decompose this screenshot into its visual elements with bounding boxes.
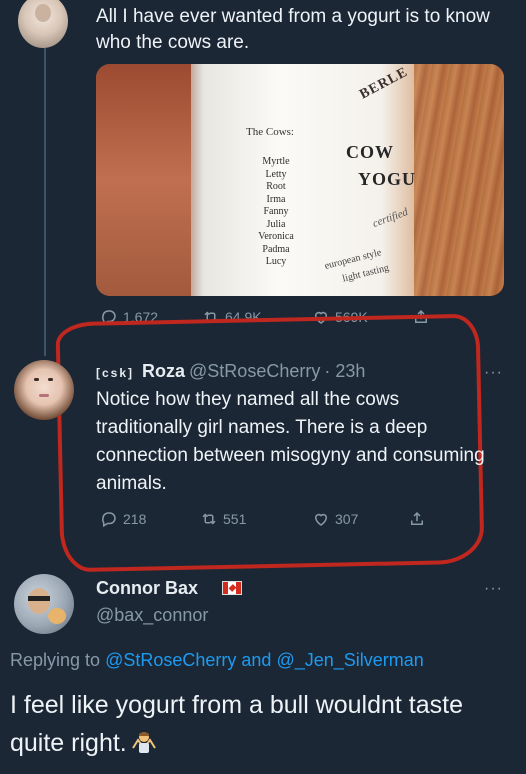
cow-name: Lucy [265, 256, 287, 267]
replying-prefix: Replying to [10, 650, 101, 670]
tweet-text: I feel like yogurt from a bull wouldnt t… [10, 686, 510, 762]
avatar[interactable] [14, 574, 74, 634]
share-button[interactable] [408, 510, 426, 528]
mention-and: and [241, 650, 272, 670]
retweet-count: 551 [223, 511, 247, 527]
cow-name: Letty [265, 168, 287, 180]
avatar[interactable] [14, 360, 74, 420]
cow-name: Irma [266, 193, 286, 205]
cow-name: Julia [266, 218, 286, 230]
product-name-line2: YOGU [358, 169, 416, 189]
brand-name: BERLE [357, 64, 411, 103]
display-name[interactable]: Connor Bax [96, 578, 198, 599]
clan-badge: [csk] [96, 366, 135, 380]
tweet-text: Notice how they named all the cows tradi… [96, 389, 485, 494]
cow-name: Veronica [258, 231, 294, 242]
label-title: The Cows: [246, 126, 294, 138]
wood-background [414, 64, 504, 296]
reply-count: 218 [123, 511, 147, 527]
heart-icon [314, 513, 328, 526]
tweet-actions: 218 551 307 [100, 510, 440, 528]
tweet-text: All I have ever wanted from a yogurt is … [96, 6, 490, 53]
user-handle[interactable]: @StRoseCherry [189, 361, 320, 381]
thread-line [44, 48, 46, 356]
avatar[interactable] [18, 0, 68, 48]
like-button[interactable]: 307 [312, 510, 382, 528]
replying-to: Replying to @StRoseCherry and @_Jen_Silv… [10, 650, 424, 671]
share-icon [411, 511, 423, 525]
reply-icon [102, 512, 116, 528]
tweet-time[interactable]: · 23h [324, 361, 365, 381]
background-surface [96, 64, 191, 296]
canada-flag-icon [222, 581, 242, 595]
man-shrugging-emoji [131, 732, 156, 753]
tweet-text-content: I feel like yogurt from a bull wouldnt t… [10, 691, 464, 757]
certified-text: certified [371, 206, 410, 230]
more-options-button[interactable]: ··· [484, 580, 503, 598]
reply-button[interactable]: 218 [100, 510, 166, 528]
tweet-image-yogurt-bottle[interactable]: The Cows: Myrtle Letty Root Irma Fanny J… [96, 64, 504, 296]
tweet-header: [csk] Roza @StRoseCherry · 23h [96, 361, 365, 382]
cow-name: Root [266, 181, 286, 192]
cow-name: Myrtle [262, 156, 290, 167]
retweet-button[interactable]: 551 [200, 510, 266, 528]
mention-link[interactable]: @_Jen_Silverman [276, 650, 423, 670]
cow-names-list: Myrtle Letty Root Irma Fanny Julia Veron… [256, 156, 296, 269]
bottle-shadow [191, 64, 205, 296]
cow-name: Fanny [263, 206, 289, 217]
more-options-button[interactable]: ··· [484, 364, 503, 382]
user-handle[interactable]: @bax_connor [96, 605, 208, 626]
mention-link[interactable]: @StRoseCherry [105, 650, 236, 670]
cow-name: Padma [262, 243, 290, 255]
display-name[interactable]: Roza [142, 361, 185, 381]
product-name-line1: COW [346, 142, 394, 162]
retweet-icon [202, 513, 216, 525]
like-count: 307 [335, 511, 359, 527]
